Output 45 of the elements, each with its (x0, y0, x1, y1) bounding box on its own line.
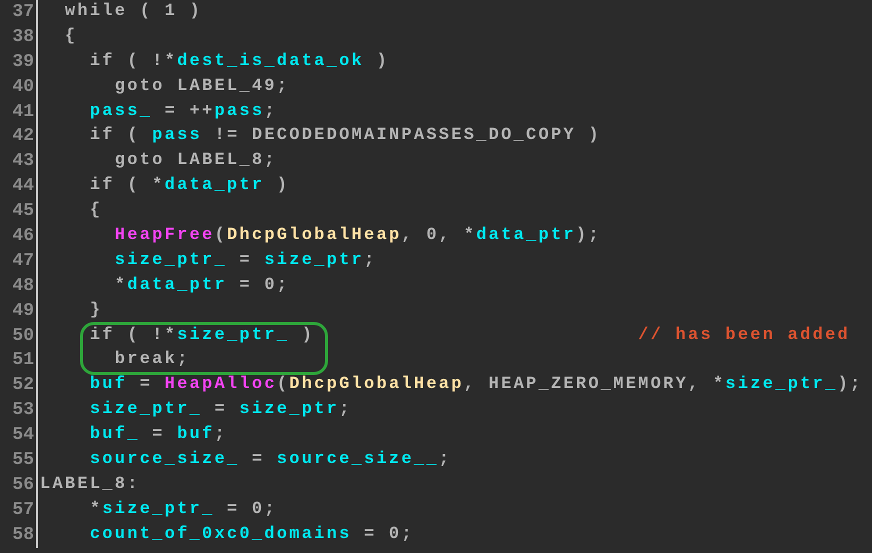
line-number: 45 (0, 199, 38, 224)
code-line: if ( !*dest_is_data_ok ) (88, 50, 389, 73)
code-line: if ( pass != DECODEDOMAINPASSES_DO_COPY ) (88, 125, 601, 148)
line-number: 56 (0, 472, 38, 498)
code-line: goto LABEL_8; (114, 150, 277, 172)
line-number: 47 (0, 248, 38, 274)
code-comment: // has been added (638, 324, 850, 347)
line-number: 53 (0, 398, 38, 424)
line-number: 37 (0, 0, 38, 25)
line-number: 50 (0, 324, 38, 348)
code-line: { (88, 200, 102, 222)
line-number: 46 (0, 224, 38, 249)
line-number: 55 (0, 448, 38, 473)
line-number: 48 (0, 274, 38, 299)
code-line: *data_ptr = 0; (114, 274, 290, 297)
line-number: 42 (0, 124, 38, 150)
code-line: break; (114, 349, 190, 372)
line-number: 52 (0, 373, 38, 398)
line-number: 39 (0, 50, 38, 75)
line-number: 54 (0, 423, 38, 448)
code-line: size_ptr_ = size_ptr; (114, 250, 376, 272)
line-number: 43 (0, 149, 38, 174)
code-line: if ( !*size_ptr_ ) (88, 324, 314, 347)
code-line: pass_ = ++pass; (88, 100, 277, 123)
line-number: 44 (0, 174, 38, 200)
code-line: { (64, 26, 78, 48)
line-number: 38 (0, 24, 38, 50)
line-number: 49 (0, 298, 38, 324)
line-number: 57 (0, 498, 38, 523)
line-number: 58 (0, 522, 38, 548)
code-line: while ( 1 ) (64, 1, 202, 23)
code-line: HeapFree(DhcpGlobalHeap, 0, *data_ptr); (114, 225, 601, 248)
code-line: if ( *data_ptr ) (88, 175, 290, 198)
code-line: count_of_0xc0_domains = 0; (88, 524, 414, 546)
line-number: 41 (0, 100, 38, 124)
code-line: } (88, 300, 102, 322)
line-number: 40 (0, 74, 38, 100)
code-line: size_ptr_ = size_ptr; (88, 399, 352, 422)
code-line: buf = HeapAlloc(DhcpGlobalHeap, HEAP_ZERO_MEMORY, *size_ptr_); (88, 374, 863, 396)
code-line: *size_ptr_ = 0; (88, 498, 277, 521)
code-line: source_size_ = source_size__; (88, 449, 452, 472)
code-line: goto LABEL_49; (114, 76, 290, 98)
code-line: buf_ = buf; (88, 424, 227, 446)
code-line: LABEL_8: (40, 474, 140, 496)
line-number: 51 (0, 348, 38, 374)
